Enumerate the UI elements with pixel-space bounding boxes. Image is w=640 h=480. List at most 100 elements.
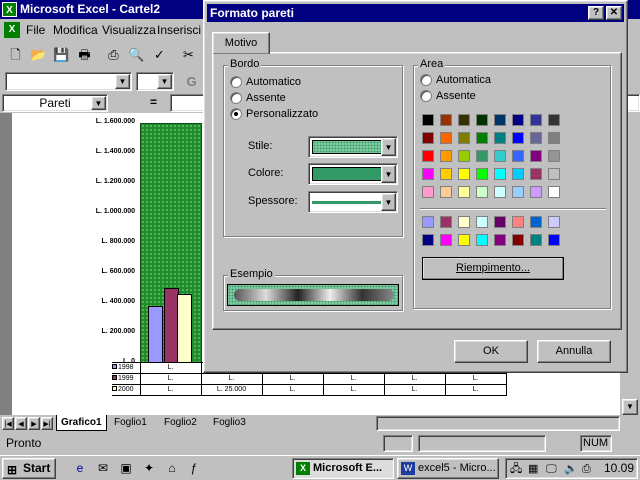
chart-color-swatch[interactable] — [440, 234, 452, 246]
color-swatch[interactable] — [512, 132, 524, 144]
radio-assente[interactable]: Assente — [230, 92, 286, 104]
prev-sheet-icon[interactable]: ◀ — [15, 417, 27, 430]
chart-color-swatch[interactable] — [422, 234, 434, 246]
save-icon[interactable]: 💾 — [51, 45, 72, 65]
scheduler-icon[interactable]: ▦ — [528, 460, 538, 479]
font-select[interactable]: ▼ — [5, 72, 132, 91]
chevron-down-icon[interactable]: ▼ — [381, 138, 396, 156]
print-preview-icon[interactable]: 🖶 — [74, 45, 95, 65]
volume-icon[interactable]: 🔈 — [564, 460, 578, 479]
chart-color-swatch[interactable] — [476, 216, 488, 228]
start-button[interactable]: ⊞ Start — [2, 458, 56, 479]
bar-2000[interactable] — [177, 294, 192, 363]
taskbar-excel5[interactable]: W excel5 - Micro... — [397, 458, 499, 479]
spelling-icon[interactable]: ✓ — [149, 45, 170, 65]
chevron-down-icon[interactable]: ▼ — [381, 165, 396, 183]
taskbar-excel[interactable]: X Microsoft E... — [292, 458, 394, 479]
last-sheet-icon[interactable]: ▶| — [41, 417, 53, 430]
color-swatch[interactable] — [476, 114, 488, 126]
color-swatch[interactable] — [548, 150, 560, 162]
next-sheet-icon[interactable]: ▶ — [28, 417, 40, 430]
color-swatch[interactable] — [494, 114, 506, 126]
preview-icon[interactable]: 🔍 — [126, 45, 147, 65]
bold-icon[interactable]: G — [181, 72, 202, 92]
chart-color-swatch[interactable] — [476, 234, 488, 246]
bar-1998[interactable] — [148, 306, 163, 363]
workbook-icon[interactable]: X — [4, 22, 20, 38]
color-swatch[interactable] — [530, 114, 542, 126]
quick-launch-icon[interactable]: ƒ — [186, 460, 202, 476]
color-swatch[interactable] — [512, 114, 524, 126]
color-swatch[interactable] — [440, 186, 452, 198]
first-sheet-icon[interactable]: |◀ — [2, 417, 14, 430]
font-size-select[interactable]: ▼ — [136, 72, 174, 91]
radio-automatica[interactable]: Automatica — [420, 74, 491, 86]
tab-foglio2[interactable]: Foglio2 — [160, 415, 201, 431]
menu-modifica[interactable]: Modifica — [53, 20, 98, 40]
chevron-down-icon[interactable]: ▼ — [115, 74, 130, 89]
open-icon[interactable]: 📂 — [28, 45, 49, 65]
color-swatch[interactable] — [440, 132, 452, 144]
color-swatch[interactable] — [458, 168, 470, 180]
chart-color-swatch[interactable] — [512, 216, 524, 228]
tab-motivo[interactable]: Motivo — [212, 32, 270, 54]
color-swatch[interactable] — [422, 168, 434, 180]
cut-icon[interactable]: ✂ — [178, 45, 199, 65]
close-button[interactable]: ✕ — [606, 6, 622, 20]
print-icon[interactable]: ⎙ — [103, 45, 124, 65]
color-swatch[interactable] — [530, 150, 542, 162]
chart-color-swatch[interactable] — [494, 216, 506, 228]
tab-foglio3[interactable]: Foglio3 — [209, 415, 250, 431]
chart-color-swatch[interactable] — [440, 216, 452, 228]
radio-automatico[interactable]: Automatico — [230, 76, 301, 88]
tab-foglio1[interactable]: Foglio1 — [110, 415, 151, 431]
color-swatch[interactable] — [494, 186, 506, 198]
menu-inserisci[interactable]: Inserisci — [157, 20, 201, 40]
color-swatch[interactable] — [476, 168, 488, 180]
chart-color-swatch[interactable] — [458, 234, 470, 246]
radio-personalizzato[interactable]: Personalizzato — [230, 108, 318, 120]
name-box[interactable]: Pareti ▼ — [2, 94, 108, 112]
color-swatch[interactable] — [494, 150, 506, 162]
ok-button[interactable]: OK — [454, 340, 528, 363]
chevron-down-icon[interactable]: ▼ — [381, 193, 396, 211]
color-swatch[interactable] — [458, 186, 470, 198]
color-swatch[interactable] — [422, 132, 434, 144]
color-swatch[interactable] — [440, 150, 452, 162]
new-icon[interactable]: 🗋 — [5, 45, 26, 65]
color-swatch[interactable] — [548, 114, 560, 126]
color-swatch[interactable] — [530, 186, 542, 198]
color-swatch[interactable] — [476, 132, 488, 144]
spessore-dropdown[interactable]: ▼ — [308, 191, 398, 213]
color-swatch[interactable] — [494, 168, 506, 180]
color-swatch[interactable] — [440, 168, 452, 180]
chart-color-swatch[interactable] — [548, 234, 560, 246]
color-swatch[interactable] — [476, 186, 488, 198]
ie-icon[interactable]: e — [72, 460, 88, 476]
menu-file[interactable]: File — [26, 20, 45, 40]
explorer-icon[interactable]: ⌂ — [164, 460, 180, 476]
color-swatch[interactable] — [512, 150, 524, 162]
color-swatch[interactable] — [548, 168, 560, 180]
chevron-down-icon[interactable]: ▼ — [157, 74, 172, 89]
scroll-down-icon[interactable]: ▼ — [622, 399, 638, 415]
color-swatch[interactable] — [458, 132, 470, 144]
color-swatch[interactable] — [476, 150, 488, 162]
colore-dropdown[interactable]: ▼ — [308, 163, 398, 185]
chart-color-swatch[interactable] — [530, 216, 542, 228]
network-icon[interactable]: 🖧 — [510, 460, 522, 479]
outlook-icon[interactable]: ✉ — [95, 460, 111, 476]
chart-color-swatch[interactable] — [422, 216, 434, 228]
chevron-down-icon[interactable]: ▼ — [91, 96, 106, 110]
stile-dropdown[interactable]: ▼ — [308, 136, 398, 158]
color-swatch[interactable] — [512, 168, 524, 180]
chart-color-swatch[interactable] — [494, 234, 506, 246]
chart-color-swatch[interactable] — [512, 234, 524, 246]
chart-color-swatch[interactable] — [548, 216, 560, 228]
color-swatch[interactable] — [440, 114, 452, 126]
color-swatch[interactable] — [458, 114, 470, 126]
color-swatch[interactable] — [494, 132, 506, 144]
menu-visualizza[interactable]: Visualizza — [102, 20, 156, 40]
desktop-icon[interactable]: ▣ — [118, 460, 134, 476]
color-swatch[interactable] — [530, 132, 542, 144]
